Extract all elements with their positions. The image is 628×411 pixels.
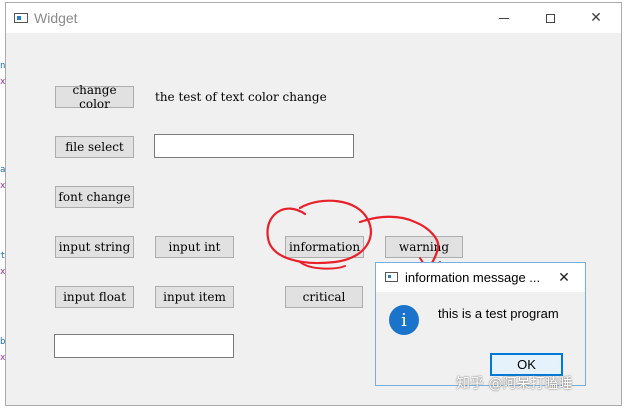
input-float-button[interactable]: input float	[55, 286, 134, 308]
app-window-icon	[385, 272, 398, 282]
font-change-button[interactable]: font change	[55, 186, 134, 208]
dialog-title: information message ...	[405, 270, 541, 285]
window-title: Widget	[34, 10, 78, 26]
maximize-button[interactable]	[527, 3, 573, 33]
dialog-titlebar[interactable]: information message ... ✕	[376, 263, 585, 292]
bottom-text-input[interactable]	[54, 334, 234, 358]
app-window-icon	[14, 13, 28, 23]
information-icon: i	[389, 305, 419, 335]
file-select-button[interactable]: file select	[55, 136, 134, 158]
input-string-button[interactable]: input string	[55, 236, 134, 258]
close-button[interactable]: ✕	[573, 3, 619, 33]
dialog-message: this is a test program	[438, 306, 559, 321]
warning-button[interactable]: warning	[385, 236, 463, 258]
critical-button[interactable]: critical	[285, 286, 363, 308]
color-test-label: the test of text color change	[155, 90, 327, 104]
close-icon: ✕	[558, 270, 570, 286]
information-message-dialog: information message ... ✕ i this is a te…	[375, 262, 586, 386]
input-item-button[interactable]: input item	[155, 286, 234, 308]
information-button[interactable]: information	[285, 236, 364, 258]
minimize-icon	[499, 17, 509, 19]
input-int-button[interactable]: input int	[155, 236, 234, 258]
watermark-text: 知乎 @阿呆打瞌睡	[456, 376, 573, 392]
change-color-button[interactable]: change color	[55, 83, 134, 111]
dialog-close-button[interactable]: ✕	[551, 266, 577, 290]
file-path-input[interactable]	[154, 134, 354, 158]
window-titlebar[interactable]: Widget ✕	[6, 3, 621, 33]
close-icon: ✕	[590, 10, 602, 26]
minimize-button[interactable]	[481, 3, 527, 33]
maximize-icon	[545, 13, 555, 23]
